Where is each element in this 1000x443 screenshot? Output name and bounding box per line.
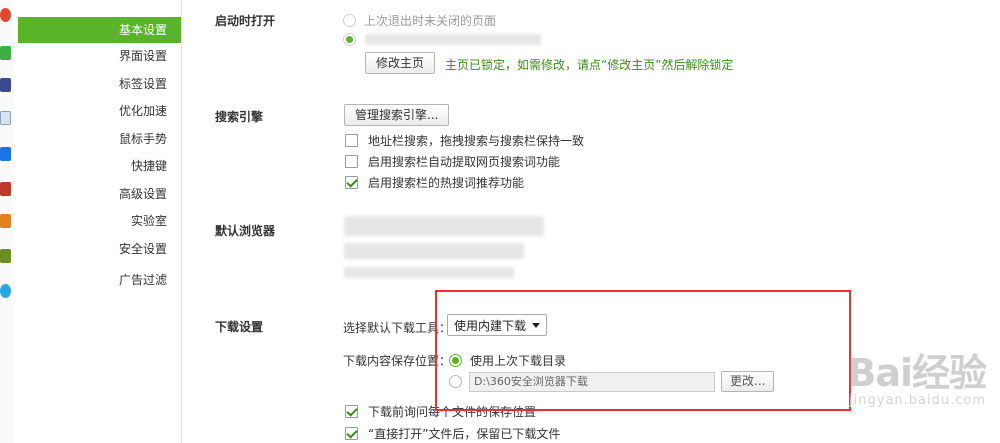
blurred-default-browser-line2 — [344, 243, 524, 259]
search-sync-checkbox[interactable] — [345, 134, 358, 147]
last-session-label: 上次退出时未关闭的页面 — [364, 14, 497, 28]
settings-sidebar: 基本设置 界面设置 标签设置 优化加速 鼠标手势 快捷键 高级设置 实验室 安全… — [16, 0, 182, 443]
chat-icon[interactable] — [0, 147, 11, 161]
chevron-down-icon — [532, 322, 541, 328]
search-extract-option[interactable]: 启用搜索栏自动提取网页搜索词功能 — [345, 153, 560, 170]
sidebar-item-basic[interactable]: 基本设置 — [18, 17, 181, 43]
search-sync-label: 地址栏搜索，拖拽搜索与搜索栏保持一致 — [368, 134, 585, 148]
sidebar-item-tabs[interactable]: 标签设置 — [119, 71, 167, 97]
download-custom-dir-option[interactable] — [449, 375, 470, 388]
download-path-field[interactable]: D:\360安全浏览器下载 — [469, 372, 715, 392]
edit-home-button[interactable]: 修改主页 — [365, 52, 436, 74]
blurred-default-browser-line1 — [344, 216, 544, 236]
download-keep-label: “直接打开”文件后，保留已下载文件 — [368, 427, 561, 441]
download-keep-option[interactable]: “直接打开”文件后，保留已下载文件 — [345, 425, 560, 442]
search-extract-label: 启用搜索栏自动提取网页搜索词功能 — [368, 155, 561, 169]
custom-dir-radio[interactable] — [449, 375, 462, 388]
sidebar-item-interface[interactable]: 界面设置 — [119, 43, 167, 69]
homepage-locked-note: 主页已锁定，如需修改，请点“修改主页”然后解除锁定 — [445, 58, 734, 72]
search-hot-label: 启用搜索栏的热搜词推荐功能 — [368, 176, 525, 190]
document-icon[interactable] — [0, 111, 11, 125]
startup-option-last-session[interactable]: 上次退出时未关闭的页面 — [343, 12, 496, 29]
search-section-title: 搜索引擎 — [215, 110, 264, 124]
search-hot-option[interactable]: 启用搜索栏的热搜词推荐功能 — [345, 174, 524, 191]
weibo-icon[interactable] — [0, 8, 11, 22]
startup-option-homepage[interactable] — [343, 33, 364, 46]
sidebar-item-lab[interactable]: 实验室 — [131, 208, 167, 234]
startup-section-title: 启动时打开 — [215, 14, 276, 28]
sidebar-item-advanced[interactable]: 高级设置 — [119, 181, 167, 207]
sidebar-item-shortcuts[interactable]: 快捷键 — [131, 153, 167, 179]
last-dir-radio[interactable] — [449, 354, 462, 367]
blurred-default-browser-line3 — [344, 267, 514, 278]
game-icon[interactable] — [0, 78, 11, 92]
download-last-dir-option[interactable]: 使用上次下载目录 — [449, 352, 566, 369]
sidebar-item-optimize[interactable]: 优化加速 — [119, 98, 167, 124]
last-dir-label: 使用上次下载目录 — [470, 354, 567, 368]
sidebar-item-ad-filter[interactable]: 广告过滤 — [119, 267, 167, 293]
download-ask-option[interactable]: 下载前询问每个文件的保存位置 — [345, 403, 536, 420]
search-sync-option[interactable]: 地址栏搜索，拖拽搜索与搜索栏保持一致 — [345, 132, 584, 149]
mail-icon[interactable] — [0, 46, 11, 60]
circle-app-icon[interactable] — [0, 284, 11, 298]
change-path-button[interactable]: 更改... — [721, 371, 775, 392]
default-browser-section-title: 默认浏览器 — [215, 224, 276, 238]
game2-icon[interactable] — [0, 182, 11, 196]
search-hot-checkbox[interactable] — [345, 176, 358, 189]
game3-icon[interactable] — [0, 214, 11, 228]
download-tool-value: 使用内建下载 — [454, 318, 527, 333]
download-tool-label: 选择默认下载工具： — [343, 321, 452, 335]
sidebar-item-security[interactable]: 安全设置 — [119, 236, 167, 262]
download-save-label: 下载内容保存位置： — [343, 354, 452, 368]
settings-content: 启动时打开 上次退出时未关闭的页面 修改主页 主页已锁定，如需修改，请点“修改主… — [183, 0, 1000, 443]
app-icon-strip — [0, 0, 14, 443]
download-ask-checkbox[interactable] — [345, 405, 358, 418]
last-session-radio[interactable] — [343, 14, 356, 27]
manage-search-engines-button[interactable]: 管理搜索引擎... — [344, 104, 450, 126]
download-tool-select[interactable]: 使用内建下载 — [447, 314, 548, 336]
download-section-title: 下载设置 — [215, 320, 264, 334]
download-ask-label: 下载前询问每个文件的保存位置 — [368, 405, 537, 419]
blurred-homepage-url — [365, 34, 541, 45]
sidebar-item-mouse-gesture[interactable]: 鼠标手势 — [119, 126, 167, 152]
search-extract-checkbox[interactable] — [345, 155, 358, 168]
download-keep-checkbox[interactable] — [345, 427, 358, 440]
game4-icon[interactable] — [0, 249, 11, 263]
homepage-radio[interactable] — [343, 33, 356, 46]
